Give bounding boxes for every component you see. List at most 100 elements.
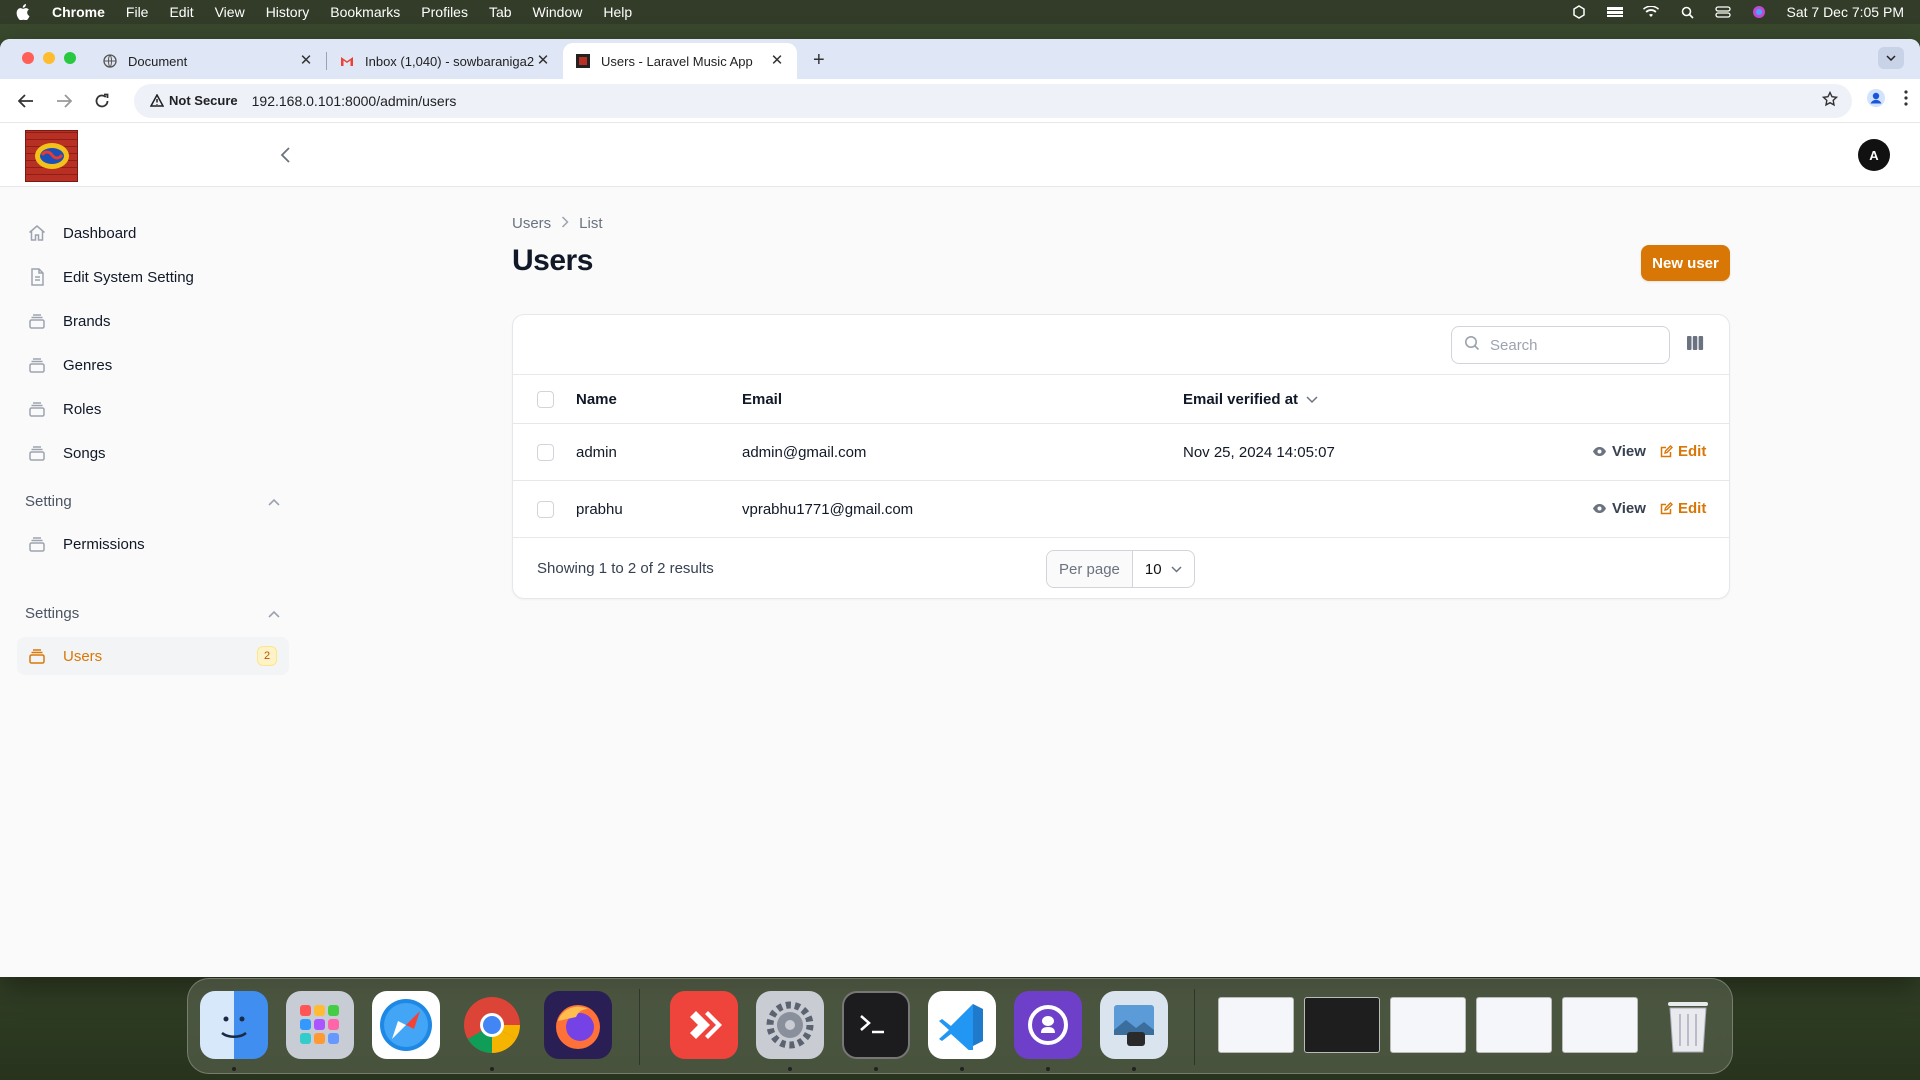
zoom-window-button[interactable] — [64, 52, 76, 64]
sidebar-item-roles[interactable]: Roles — [17, 390, 289, 428]
row-checkbox[interactable] — [537, 444, 554, 461]
tab-close-icon[interactable]: ✕ — [535, 53, 551, 69]
minimized-window-thumbnail[interactable] — [1304, 997, 1380, 1053]
menu-tab[interactable]: Tab — [489, 4, 512, 20]
menu-history[interactable]: History — [266, 4, 310, 20]
minimized-window-thumbnail[interactable] — [1476, 997, 1552, 1053]
menubar-datetime[interactable]: Sat 7 Dec 7:05 PM — [1786, 4, 1904, 20]
sidebar-group-setting[interactable]: Setting — [25, 493, 280, 510]
box-status-icon[interactable] — [1570, 5, 1588, 19]
tab-inbox[interactable]: Inbox (1,040) - sowbaraniga2 ✕ — [327, 43, 563, 79]
sidebar-item-brands[interactable]: Brands — [17, 302, 289, 340]
chrome-dock-icon[interactable] — [458, 991, 526, 1059]
safari-dock-icon[interactable] — [372, 991, 440, 1059]
sidebar-item-dashboard[interactable]: Dashboard — [17, 214, 289, 252]
bookmark-star-icon[interactable] — [1821, 90, 1839, 110]
sidebar-item-permissions[interactable]: Permissions — [17, 525, 289, 563]
minimized-window-thumbnail[interactable] — [1562, 997, 1638, 1053]
bar-status-icon[interactable] — [1606, 5, 1624, 19]
tab-search-button[interactable] — [1878, 47, 1904, 69]
row-checkbox[interactable] — [537, 501, 554, 518]
tab-close-icon[interactable]: ✕ — [298, 53, 314, 69]
minimized-window-thumbnail[interactable] — [1218, 997, 1294, 1053]
menu-view[interactable]: View — [215, 4, 245, 20]
chevron-up-icon[interactable] — [268, 493, 280, 510]
running-indicator — [788, 1067, 792, 1071]
columns-toggle-icon[interactable] — [1686, 335, 1706, 355]
search-field[interactable] — [1451, 326, 1670, 364]
tab-close-icon[interactable]: ✕ — [769, 53, 785, 69]
sidebar-item-label: Edit System Setting — [63, 268, 194, 286]
anydesk-dock-icon[interactable] — [670, 991, 738, 1059]
sidebar-item-label: Songs — [63, 444, 106, 462]
minimized-window-thumbnail[interactable] — [1390, 997, 1466, 1053]
edit-button[interactable]: Edit — [1659, 443, 1706, 460]
github-desktop-dock-icon[interactable] — [1014, 991, 1082, 1059]
profile-icon[interactable] — [1866, 88, 1886, 113]
app-logo[interactable] — [25, 130, 78, 182]
terminal-dock-icon[interactable] — [842, 991, 910, 1059]
sidebar-item-users[interactable]: Users 2 — [17, 637, 289, 675]
tab-users[interactable]: Users - Laravel Music App ✕ — [563, 43, 797, 79]
sidebar-item-edit-system-setting[interactable]: Edit System Setting — [17, 258, 289, 296]
firefox-dock-icon[interactable] — [544, 991, 612, 1059]
preview-dock-icon[interactable] — [1100, 991, 1168, 1059]
select-all-checkbox[interactable] — [537, 391, 554, 408]
new-user-button[interactable]: New user — [1641, 245, 1730, 281]
close-window-button[interactable] — [22, 52, 34, 64]
view-button[interactable]: View — [1592, 500, 1646, 517]
tab-document[interactable]: Document ✕ — [90, 43, 326, 79]
sidebar-collapse-icon[interactable] — [276, 145, 296, 165]
reload-button[interactable] — [88, 87, 116, 115]
security-chip[interactable]: Not Secure — [142, 93, 246, 108]
chevron-up-icon[interactable] — [268, 605, 280, 622]
column-header-email-verified-at[interactable]: Email verified at — [1183, 391, 1318, 408]
address-bar[interactable]: Not Secure 192.168.0.101:8000/admin/user… — [134, 83, 1852, 118]
rectangle-stack-icon — [27, 355, 47, 375]
view-button[interactable]: View — [1592, 443, 1646, 460]
trash-dock-icon[interactable] — [1654, 991, 1722, 1059]
edit-button[interactable]: Edit — [1659, 500, 1706, 517]
menu-app-name[interactable]: Chrome — [52, 4, 105, 20]
menu-file[interactable]: File — [126, 4, 149, 20]
running-indicator — [490, 1067, 494, 1071]
app-topbar: A — [0, 123, 1920, 187]
sidebar-item-songs[interactable]: Songs — [17, 434, 289, 472]
wifi-icon[interactable] — [1642, 5, 1660, 19]
view-label: View — [1612, 500, 1646, 517]
search-input[interactable] — [1490, 336, 1650, 354]
menu-window[interactable]: Window — [533, 4, 583, 20]
back-button[interactable] — [12, 87, 40, 115]
menu-edit[interactable]: Edit — [169, 4, 193, 20]
minimize-window-button[interactable] — [43, 52, 55, 64]
breadcrumb-users-link[interactable]: Users — [512, 215, 551, 232]
rectangle-stack-icon — [27, 534, 47, 554]
menu-help[interactable]: Help — [603, 4, 632, 20]
table-row[interactable]: prabhu vprabhu1771@gmail.com View Edit — [513, 481, 1729, 538]
user-avatar[interactable]: A — [1858, 139, 1890, 171]
running-indicator — [232, 1067, 236, 1071]
sidebar-item-label: Users — [63, 647, 103, 665]
system-settings-dock-icon[interactable] — [756, 991, 824, 1059]
control-center-icon[interactable] — [1714, 5, 1732, 19]
kebab-menu-icon[interactable] — [1904, 90, 1908, 111]
column-header-name[interactable]: Name — [576, 391, 617, 408]
per-page-select[interactable]: Per page 10 — [1046, 550, 1195, 588]
spotlight-search-icon[interactable] — [1678, 5, 1696, 19]
launchpad-dock-icon[interactable] — [286, 991, 354, 1059]
siri-icon[interactable] — [1750, 5, 1768, 19]
url-text[interactable]: 192.168.0.101:8000/admin/users — [252, 93, 457, 109]
column-header-email[interactable]: Email — [742, 391, 782, 408]
vscode-dock-icon[interactable] — [928, 991, 996, 1059]
forward-button[interactable] — [50, 87, 78, 115]
apple-icon[interactable] — [16, 4, 32, 20]
sidebar-item-label: Roles — [63, 400, 102, 418]
menu-bookmarks[interactable]: Bookmarks — [330, 4, 400, 20]
sidebar-item-genres[interactable]: Genres — [17, 346, 289, 384]
menu-profiles[interactable]: Profiles — [421, 4, 468, 20]
sidebar-group-settings[interactable]: Settings — [25, 605, 280, 622]
table-row[interactable]: admin admin@gmail.com Nov 25, 2024 14:05… — [513, 424, 1729, 481]
per-page-value-field[interactable]: 10 — [1133, 561, 1194, 578]
finder-dock-icon[interactable] — [200, 991, 268, 1059]
new-tab-button[interactable]: + — [813, 49, 825, 72]
